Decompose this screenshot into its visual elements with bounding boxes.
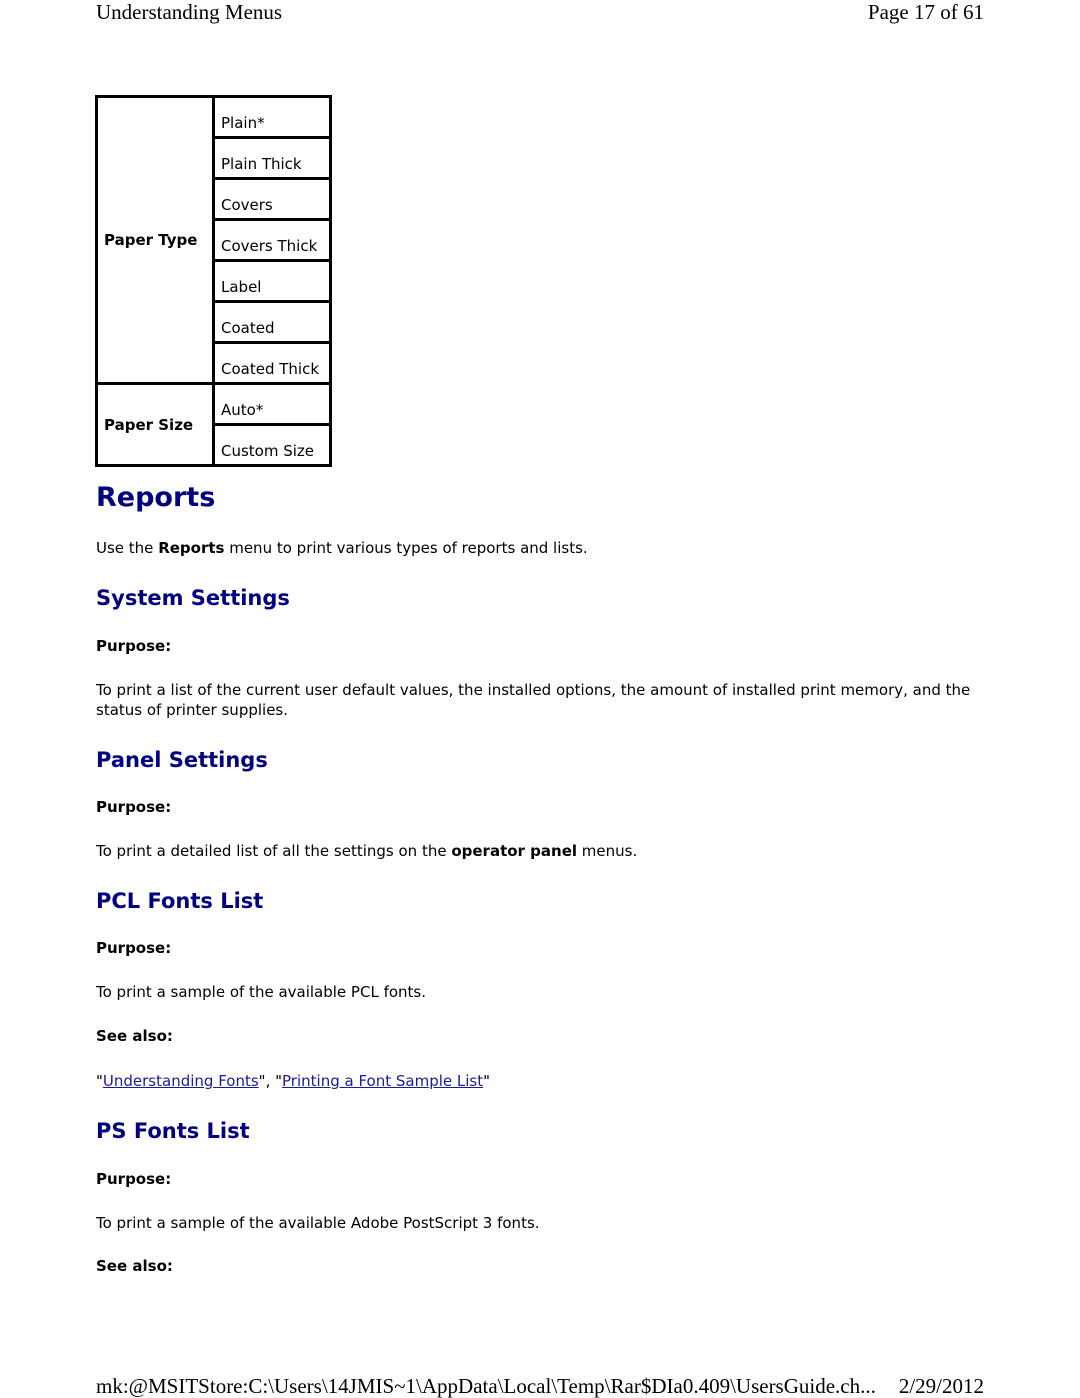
menu-option: Custom Size <box>212 423 332 467</box>
subsection-title-system-settings: System Settings <box>96 586 290 610</box>
purpose-text: To print a sample of the available Adobe… <box>96 1214 540 1232</box>
page-number: Page 17 of 61 <box>867 0 984 24</box>
subsection-title-panel-settings: Panel Settings <box>96 748 268 772</box>
purpose-text-part: menus. <box>577 842 638 860</box>
purpose-label: Purpose: <box>96 939 172 957</box>
footer-file-path: mk:@MSITStore:C:\Users\14JMIS~1\AppData\… <box>96 1374 876 1398</box>
footer-date: 2/29/2012 <box>898 1374 984 1398</box>
document-title: Understanding Menus <box>96 0 283 24</box>
intro-text: menu to print various types of reports a… <box>224 539 588 557</box>
purpose-text: To print a sample of the available PCL f… <box>96 983 426 1001</box>
purpose-label: Purpose: <box>96 798 172 816</box>
menu-option: Covers Thick <box>212 218 332 262</box>
menu-option: Covers <box>212 177 332 221</box>
menu-settings-table: Paper Type Plain* Plain Thick Covers Cov… <box>95 95 332 467</box>
link-printing-font-sample-list[interactable]: Printing a Font Sample List <box>282 1072 483 1090</box>
menu-option: Label <box>212 259 332 303</box>
purpose-label: Purpose: <box>96 1170 172 1188</box>
purpose-text-part: To print a detailed list of all the sett… <box>96 842 452 860</box>
menu-option: Plain Thick <box>212 136 332 180</box>
reports-intro: Use the Reports menu to print various ty… <box>96 538 986 558</box>
menu-option: Auto* <box>212 382 332 426</box>
see-also-label: See also: <box>96 1027 173 1045</box>
purpose-text: To print a list of the current user defa… <box>96 681 971 719</box>
intro-text: Use the <box>96 539 159 557</box>
purpose-text: To print a detailed list of all the sett… <box>96 841 986 861</box>
purpose-bold-text: operator panel <box>451 842 578 860</box>
subsection-title-pcl-fonts-list: PCL Fonts List <box>96 889 264 913</box>
section-title-reports: Reports <box>96 482 216 513</box>
see-also-links: "Understanding Fonts", "Printing a Font … <box>96 1072 491 1090</box>
menu-item-label: Paper Size <box>95 382 215 467</box>
purpose-label: Purpose: <box>96 637 172 655</box>
table-row: Paper Size Auto* <box>95 382 332 467</box>
menu-option: Coated <box>212 300 332 344</box>
menu-option: Coated Thick <box>212 341 332 385</box>
subsection-title-ps-fonts-list: PS Fonts List <box>96 1119 250 1143</box>
intro-bold-text: Reports <box>158 539 225 557</box>
menu-item-label: Paper Type <box>95 95 215 385</box>
link-understanding-fonts[interactable]: Understanding Fonts <box>103 1072 259 1090</box>
table-row: Paper Type Plain* <box>95 95 332 385</box>
menu-option: Plain* <box>212 95 332 139</box>
see-also-label: See also: <box>96 1257 173 1275</box>
